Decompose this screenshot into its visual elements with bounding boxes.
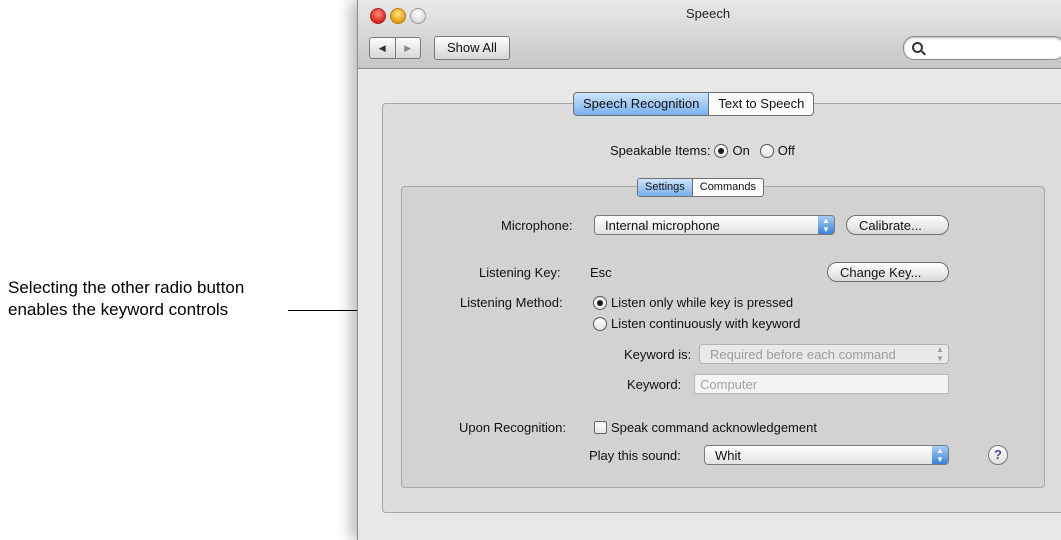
sub-tab-bar: Settings Commands — [637, 178, 764, 197]
method-continuous-label[interactable]: Listen continuously with keyword — [611, 316, 800, 331]
speak-ack-row[interactable]: Speak command acknowledgement — [594, 420, 817, 435]
show-all-button[interactable]: Show All — [434, 36, 510, 60]
keyword-is-popup[interactable]: Required before each command ▲ ▼ — [699, 344, 949, 364]
tab-commands[interactable]: Commands — [693, 179, 763, 196]
speakable-items-row: Speakable Items: On Off — [610, 143, 795, 158]
play-sound-value: Whit — [715, 448, 741, 463]
play-sound-popup[interactable]: Whit ▲ ▼ — [704, 445, 949, 465]
forward-arrow-icon[interactable]: ▶ — [394, 38, 421, 58]
listening-method-label: Listening Method: — [460, 295, 563, 310]
keyword-field[interactable]: Computer — [694, 374, 949, 394]
speak-ack-label[interactable]: Speak command acknowledgement — [611, 420, 817, 435]
speakable-on-radio[interactable] — [714, 143, 729, 158]
speak-ack-checkbox[interactable] — [594, 421, 607, 434]
method-key-pressed-label[interactable]: Listen only while key is pressed — [611, 295, 793, 310]
window-title: Speech — [685, 6, 731, 21]
window-toolbar: Speech ◀ ▶ Show All — [358, 0, 1061, 69]
main-tab-bar: Speech Recognition Text to Speech — [573, 92, 815, 116]
search-field[interactable] — [903, 36, 1061, 60]
tab-settings[interactable]: Settings — [638, 179, 693, 196]
back-forward-control: ◀ ▶ — [369, 37, 421, 59]
keyword-is-value: Required before each command — [710, 347, 896, 362]
search-icon — [912, 42, 923, 53]
method-continuous-radio[interactable] — [593, 316, 607, 331]
keyword-label: Keyword: — [627, 377, 682, 392]
annotation-callout: Selecting the other radio button enables… — [8, 277, 244, 321]
method-option-continuous[interactable]: Listen continuously with keyword — [593, 316, 800, 331]
listening-key-value: Esc — [590, 265, 612, 280]
speakable-items-label: Speakable Items: — [610, 143, 711, 158]
tab-text-to-speech[interactable]: Text to Speech — [709, 93, 813, 115]
microphone-value: Internal microphone — [605, 218, 720, 233]
help-button[interactable]: ? — [988, 445, 1008, 465]
tab-speech-recognition[interactable]: Speech Recognition — [574, 93, 710, 115]
speakable-off-label[interactable]: Off — [778, 143, 795, 158]
annotation-line-1: Selecting the other radio button — [8, 278, 245, 297]
speakable-on-label[interactable]: On — [732, 143, 749, 158]
method-option-key-pressed[interactable]: Listen only while key is pressed — [593, 295, 793, 310]
popup-arrows-icon: ▲ ▼ — [932, 446, 948, 464]
method-key-pressed-radio[interactable] — [593, 295, 607, 310]
popup-arrows-icon: ▲ ▼ — [936, 345, 944, 363]
play-sound-label: Play this sound: — [589, 448, 681, 463]
annotation-line-2: enables the keyword controls — [8, 300, 229, 319]
speech-preferences-window: Speech ◀ ▶ Show All Speech Recognition T… — [357, 0, 1061, 540]
microphone-label: Microphone: — [501, 218, 573, 233]
keyword-is-label: Keyword is: — [624, 347, 692, 362]
back-arrow-icon[interactable]: ◀ — [370, 38, 395, 58]
microphone-popup[interactable]: Internal microphone ▲ ▼ — [594, 215, 835, 235]
change-key-button[interactable]: Change Key... — [827, 262, 949, 282]
listening-key-label: Listening Key: — [479, 265, 561, 280]
speakable-off-radio[interactable] — [759, 143, 774, 158]
popup-arrows-icon: ▲ ▼ — [818, 216, 834, 234]
upon-recognition-label: Upon Recognition: — [459, 420, 566, 435]
calibrate-button[interactable]: Calibrate... — [846, 215, 949, 235]
